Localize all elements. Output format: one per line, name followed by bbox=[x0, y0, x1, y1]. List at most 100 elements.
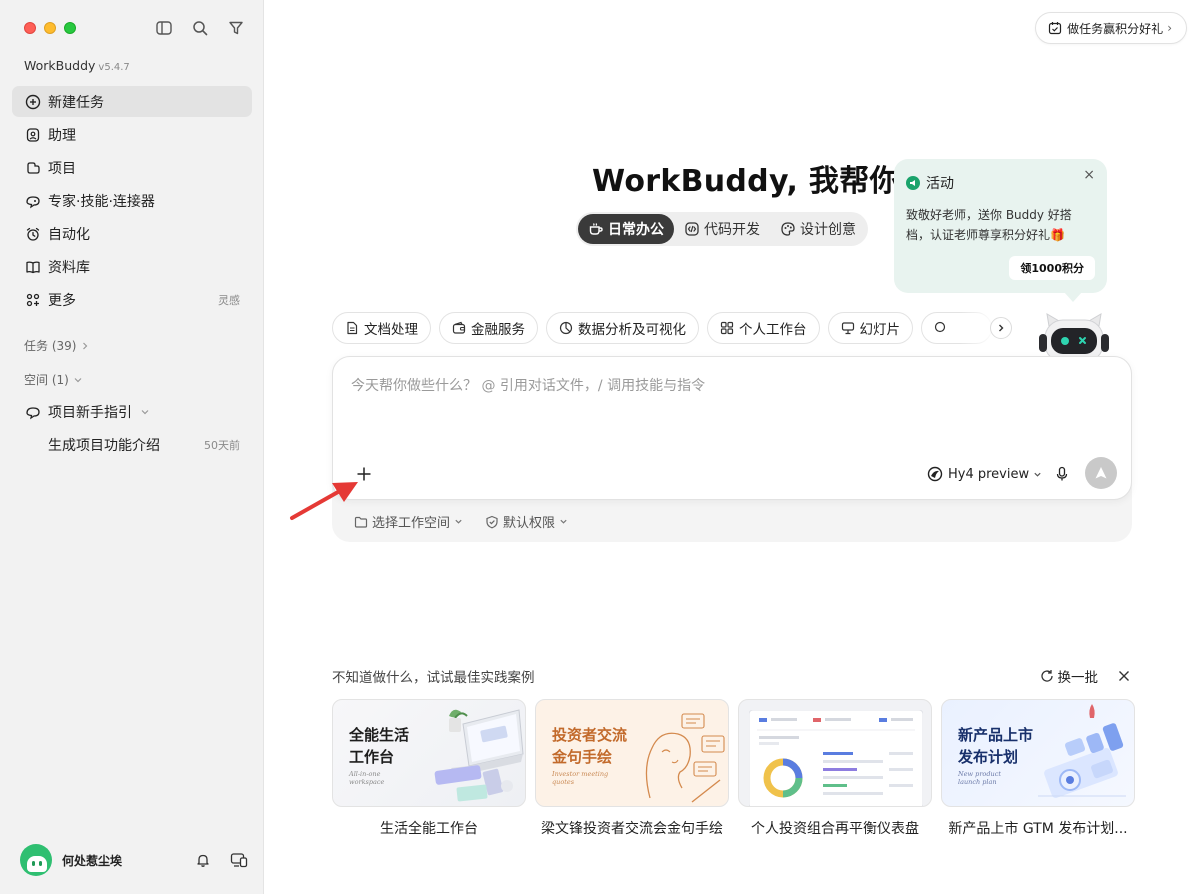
pie-chart-icon bbox=[559, 321, 573, 335]
sidebar-item-automation[interactable]: 自动化 bbox=[12, 218, 252, 249]
voice-input-button[interactable] bbox=[1051, 463, 1073, 485]
grid-icon bbox=[720, 321, 734, 335]
tab-daily-office[interactable]: 日常办公 bbox=[578, 214, 674, 244]
thumb-title: 新产品上市 发布计划 bbox=[958, 726, 1034, 766]
workspace-selector[interactable]: 选择工作空间 bbox=[354, 512, 463, 531]
chip-slides[interactable]: 幻灯片 bbox=[827, 312, 913, 344]
close-window-button[interactable] bbox=[24, 22, 36, 34]
case-card[interactable]: 个人投资组合再平衡仪表盘 bbox=[738, 699, 932, 838]
toggle-sidebar-button[interactable] bbox=[154, 18, 174, 38]
workspace-label: 选择工作空间 bbox=[372, 516, 451, 531]
sidebar-item-label: 助理 bbox=[48, 127, 76, 144]
close-icon[interactable]: × bbox=[1083, 167, 1095, 183]
close-icon bbox=[1119, 671, 1129, 681]
refresh-cases-button[interactable]: 换一批 bbox=[1040, 666, 1099, 686]
thumb-subtitle: Investor meeting quotes bbox=[552, 770, 609, 786]
search-button[interactable] bbox=[190, 18, 210, 38]
zoom-window-button[interactable] bbox=[64, 22, 76, 34]
filter-button[interactable] bbox=[226, 18, 246, 38]
new-task-icon bbox=[24, 93, 42, 111]
case-thumbnail: 投资者交流 金句手绘 Investor meeting quotes bbox=[535, 699, 729, 807]
case-card[interactable]: 新产品上市 发布计划 New product launch plan 新产品上市 G… bbox=[941, 699, 1135, 838]
composer-options: 选择工作空间 默认权限 bbox=[354, 512, 568, 531]
tab-design[interactable]: 设计创意 bbox=[770, 214, 866, 244]
avatar[interactable] bbox=[20, 844, 52, 876]
chip-document[interactable]: 文档处理 bbox=[332, 312, 431, 344]
sidebar-project-guide[interactable]: 项目新手指引 bbox=[24, 400, 240, 424]
search-icon bbox=[934, 321, 948, 335]
app-name: WorkBuddy v5.4.7 bbox=[24, 58, 130, 73]
chip-label: 数据分析及可视化 bbox=[578, 322, 686, 338]
prompt-input[interactable]: 今天帮你做些什么？ @ 引用对话文件，/ 调用技能与指令 bbox=[351, 375, 705, 395]
sidebar-task-item[interactable]: 生成项目功能介绍 50天前 bbox=[48, 433, 240, 457]
sidebar-item-label: 自动化 bbox=[48, 226, 90, 243]
sidebar-nav: 新建任务 助理 项目 专家·技能·连接器 自动化 资料库 更多 灵感 bbox=[12, 86, 252, 317]
app-version: v5.4.7 bbox=[98, 62, 130, 73]
cases-header: 不知道做什么，试试最佳实践案例 换一批 bbox=[332, 666, 1132, 686]
thumb-subtitle: All-in-one workspace bbox=[349, 770, 385, 786]
send-button[interactable] bbox=[1085, 457, 1117, 489]
inspiration-label[interactable]: 灵感 bbox=[218, 292, 240, 308]
spaces-section-header[interactable]: 空间 (1) bbox=[24, 371, 83, 388]
sidebar-item-more[interactable]: 更多 灵感 bbox=[12, 284, 252, 315]
chip-data-analysis[interactable]: 数据分析及可视化 bbox=[546, 312, 699, 344]
case-card[interactable]: 全能生活 工作台 All-in-one workspace 生活全能工作台 bbox=[332, 699, 526, 838]
promo-tasks-button[interactable]: 做任务赢积分好礼 › bbox=[1035, 12, 1187, 44]
sidebar-toolbar bbox=[154, 18, 246, 38]
close-cases-button[interactable] bbox=[1116, 668, 1132, 684]
tasks-count-label: 任务 (39) bbox=[24, 339, 77, 353]
sidebar-item-label: 专家·技能·连接器 bbox=[48, 193, 155, 210]
shield-check-icon bbox=[485, 515, 499, 529]
alarm-icon bbox=[24, 225, 42, 243]
task-time: 50天前 bbox=[204, 439, 240, 452]
tab-code-dev[interactable]: 代码开发 bbox=[674, 214, 770, 244]
project-icon bbox=[24, 403, 42, 421]
sidebar-item-library[interactable]: 资料库 bbox=[12, 251, 252, 282]
sidebar-item-assistant[interactable]: 助理 bbox=[12, 119, 252, 150]
chip-finance[interactable]: 金融服务 bbox=[439, 312, 538, 344]
expert-icon bbox=[24, 192, 42, 210]
refresh-label: 换一批 bbox=[1057, 670, 1099, 686]
composer-container: 今天帮你做些什么？ @ 引用对话文件，/ 调用技能与指令 Hy4 preview… bbox=[332, 356, 1132, 542]
sidebar-item-new-task[interactable]: 新建任务 bbox=[12, 86, 252, 117]
claim-points-button[interactable]: 领1000积分 bbox=[1009, 256, 1095, 280]
model-selector[interactable]: Hy4 preview bbox=[927, 463, 1042, 485]
case-cards: 全能生活 工作台 All-in-one workspace 生活全能工作台 投资者交… bbox=[332, 699, 1135, 838]
rocket-launch-illustration-icon bbox=[1038, 704, 1126, 798]
chevron-down-icon bbox=[1034, 472, 1041, 477]
tasks-section-header[interactable]: 任务 (39) bbox=[24, 337, 90, 354]
dashboard-illustration-icon bbox=[749, 710, 923, 806]
user-name[interactable]: 何处惹尘埃 bbox=[62, 852, 178, 869]
task-title: 生成项目功能介绍 bbox=[48, 438, 160, 454]
assistant-icon bbox=[24, 126, 42, 144]
devices-button[interactable] bbox=[228, 849, 250, 871]
case-thumbnail: 新产品上市 发布计划 New product launch plan bbox=[941, 699, 1135, 807]
case-thumbnail bbox=[738, 699, 932, 807]
case-caption: 个人投资组合再平衡仪表盘 bbox=[751, 821, 919, 837]
notifications-button[interactable] bbox=[192, 849, 214, 871]
chevron-right-icon: › bbox=[1167, 21, 1172, 35]
sketch-portrait-icon bbox=[645, 713, 725, 803]
book-icon bbox=[24, 258, 42, 276]
minimize-window-button[interactable] bbox=[44, 22, 56, 34]
spaces-count-label: 空间 (1) bbox=[24, 373, 69, 387]
search-icon bbox=[193, 21, 208, 36]
chip-label: 幻灯片 bbox=[859, 322, 901, 338]
user-bar: 何处惹尘埃 bbox=[20, 844, 250, 876]
chip-workspace[interactable]: 个人工作台 bbox=[707, 312, 820, 344]
permission-selector[interactable]: 默认权限 bbox=[485, 512, 568, 531]
model-name: Hy4 preview bbox=[948, 466, 1030, 482]
case-card[interactable]: 投资者交流 金句手绘 Investor meeting quotes 梁文锋投资者交… bbox=[535, 699, 729, 838]
category-chips: 文档处理 金融服务 数据分析及可视化 个人工作台 幻灯片 bbox=[332, 312, 1014, 344]
activity-text: 致敬好老师，送你 Buddy 好搭档，认证老师尊享积分好礼🎁 bbox=[906, 208, 1072, 242]
window-controls bbox=[24, 22, 76, 34]
model-logo-icon bbox=[927, 466, 943, 482]
chips-scroll-right-button[interactable] bbox=[990, 317, 1012, 339]
chip-label: 金融服务 bbox=[471, 322, 525, 338]
sidebar-item-project[interactable]: 项目 bbox=[12, 152, 252, 183]
sidebar: WorkBuddy v5.4.7 新建任务 助理 项目 专家·技能·连接器 自动化… bbox=[0, 0, 264, 894]
project-label: 项目新手指引 bbox=[48, 405, 132, 421]
cases-title: 不知道做什么，试试最佳实践案例 bbox=[332, 670, 535, 686]
sidebar-item-expert[interactable]: 专家·技能·连接器 bbox=[12, 185, 252, 216]
app-name-text: WorkBuddy bbox=[24, 58, 96, 73]
